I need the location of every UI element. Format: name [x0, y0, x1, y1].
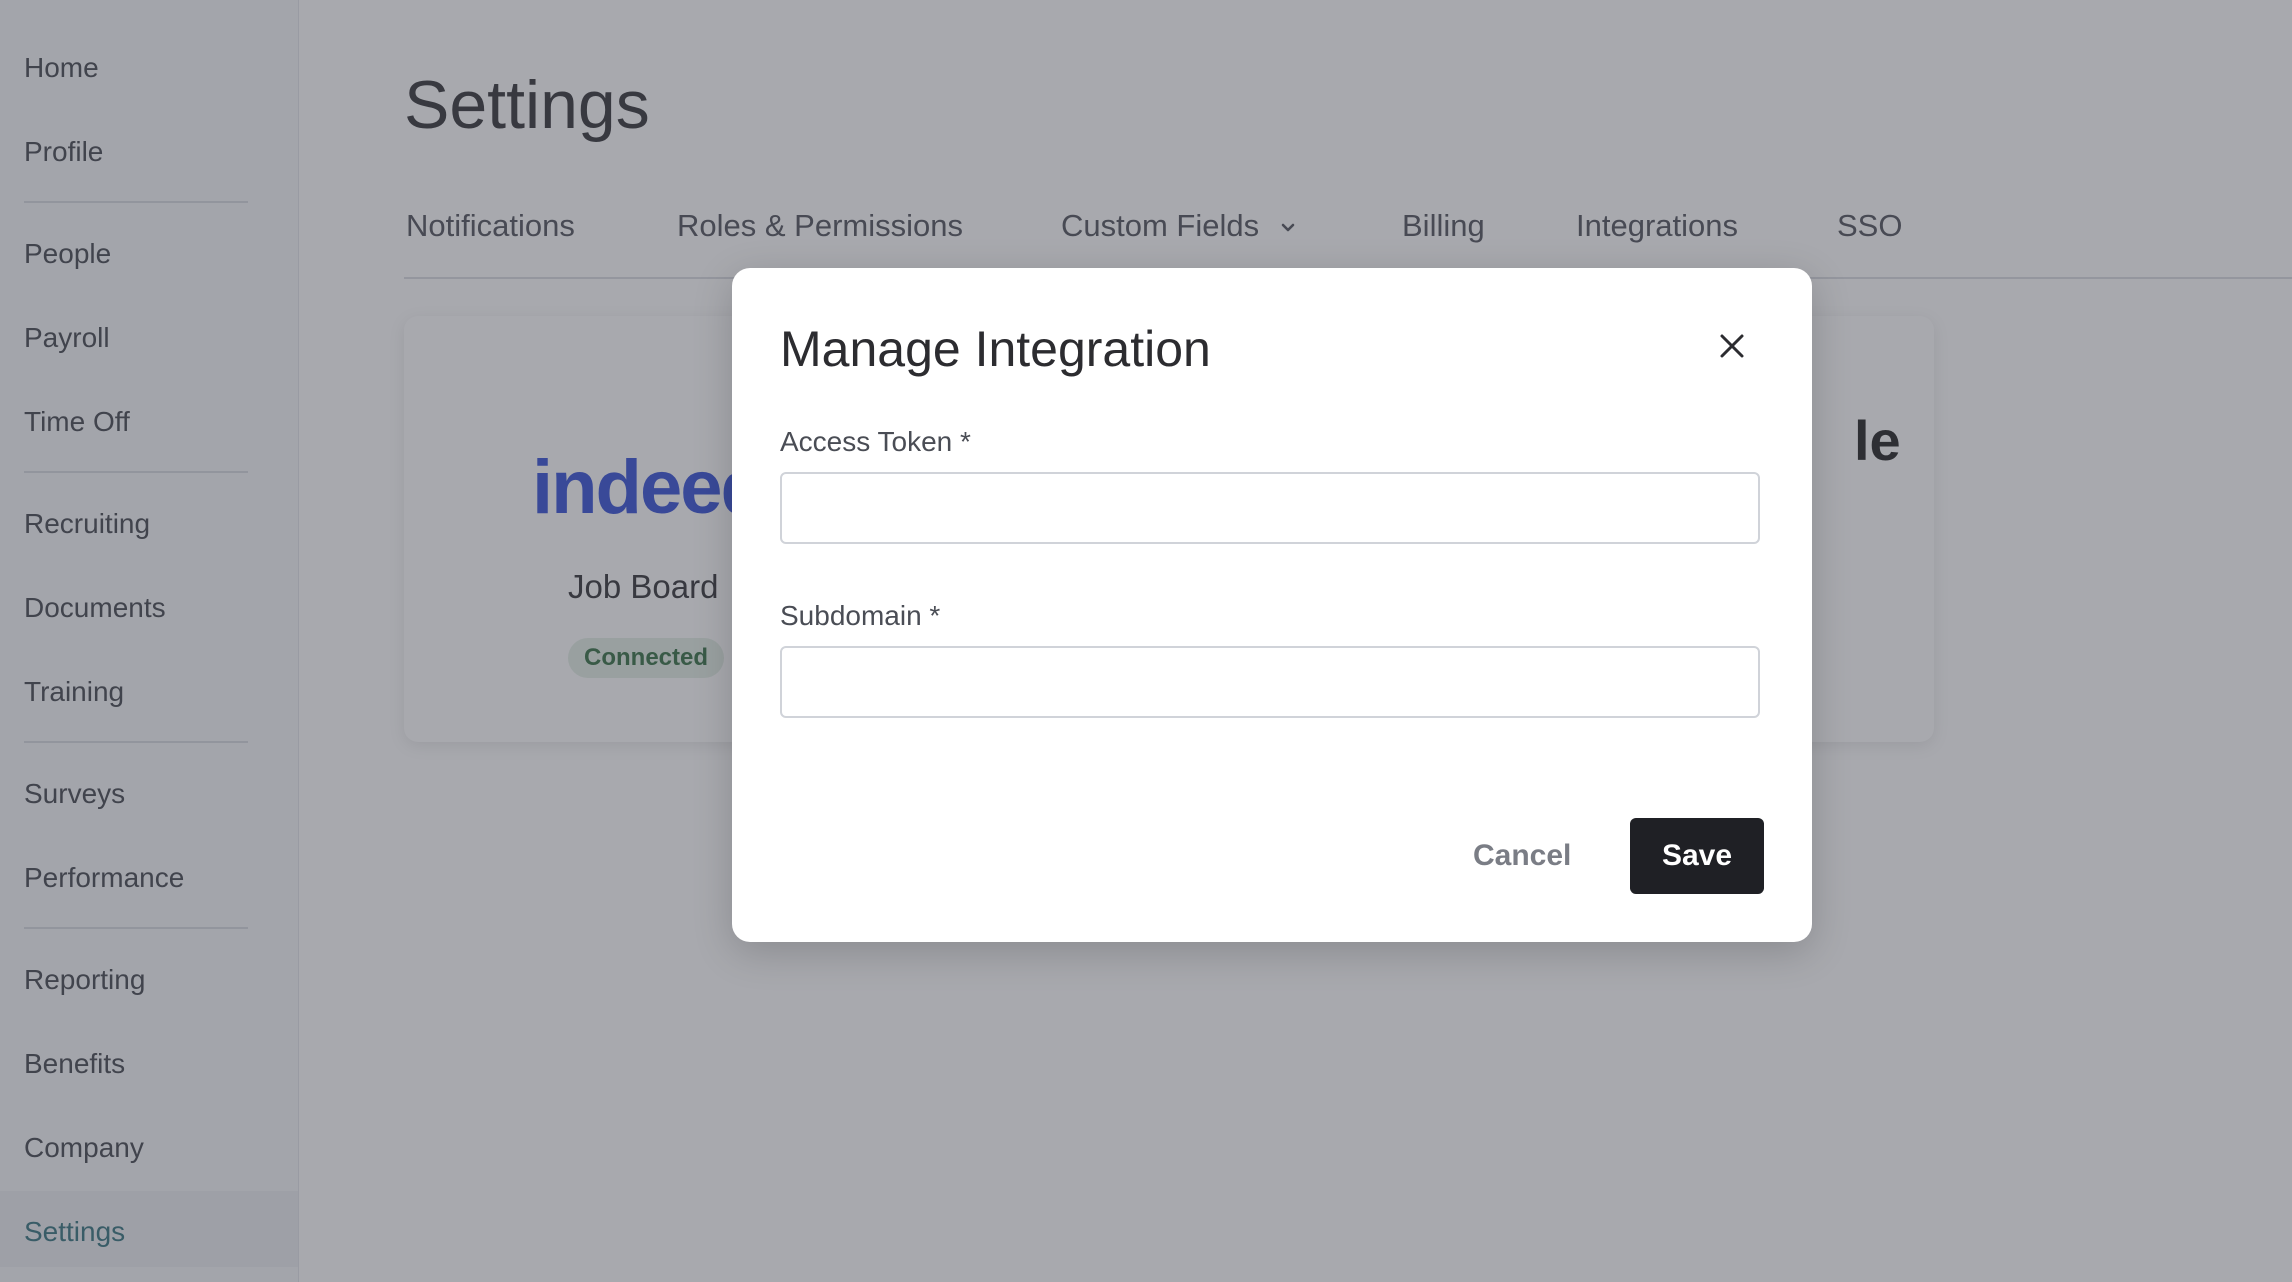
manage-integration-modal: Manage Integration Access Token * Subdom… [732, 268, 1812, 942]
save-button[interactable]: Save [1630, 818, 1764, 894]
access-token-input[interactable] [780, 472, 1760, 544]
cancel-button[interactable]: Cancel [1467, 818, 1577, 894]
subdomain-input[interactable] [780, 646, 1760, 718]
modal-title: Manage Integration [780, 321, 1211, 377]
subdomain-label: Subdomain * [780, 600, 941, 631]
close-icon[interactable] [1710, 324, 1754, 368]
access-token-label: Access Token * [780, 426, 971, 457]
